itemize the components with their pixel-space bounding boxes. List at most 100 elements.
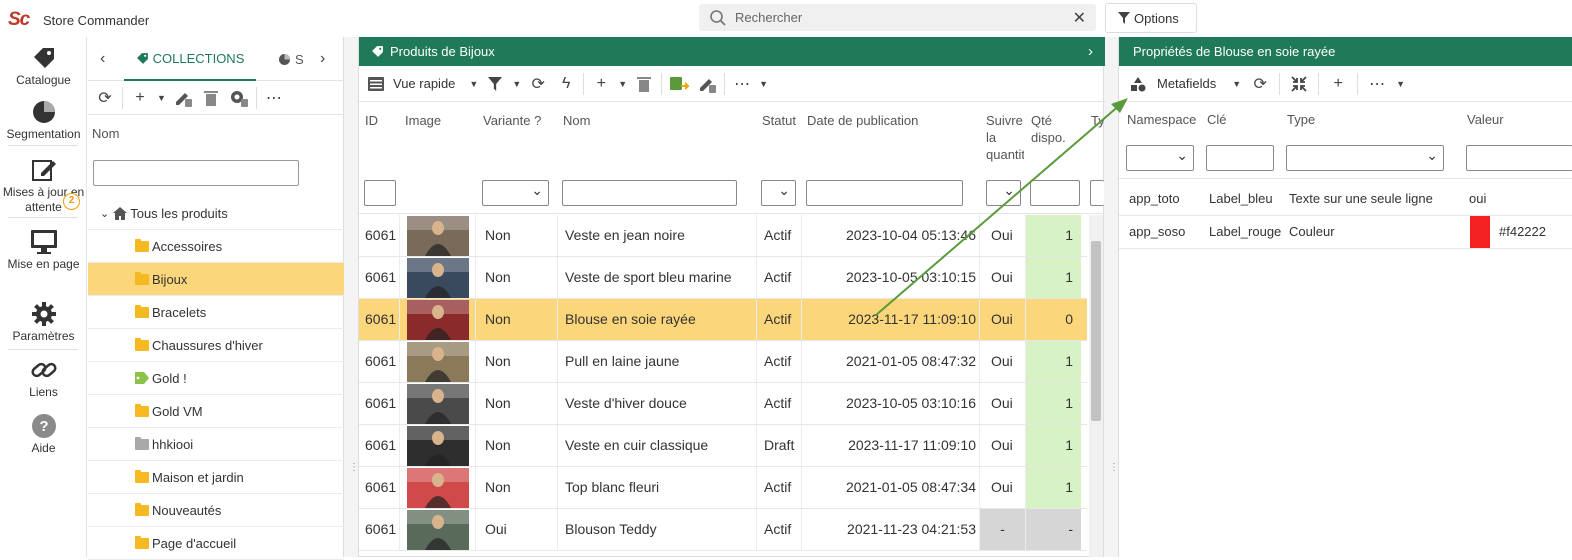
cell-status[interactable]: Actif <box>764 383 804 424</box>
nav-layout[interactable]: Mise en page <box>0 229 87 272</box>
cell-status[interactable]: Actif <box>764 467 804 508</box>
tree-item[interactable]: Gold VM <box>88 395 344 428</box>
cell-variant[interactable]: Non <box>485 383 555 424</box>
table-row[interactable]: 6061 Non Veste d'hiver douce Actif 2023-10-0… <box>359 383 1087 425</box>
more-icon[interactable]: ⋯ <box>263 87 285 109</box>
chevron-right-icon[interactable]: › <box>320 50 325 68</box>
cell-follow[interactable]: - <box>980 509 1025 550</box>
cell-follow[interactable]: Oui <box>991 299 1025 340</box>
cell-follow[interactable]: Oui <box>991 467 1025 508</box>
product-thumbnail[interactable] <box>407 216 469 256</box>
cell-date[interactable]: 2023-10-04 05:13:46 <box>808 215 976 256</box>
cell-status[interactable]: Actif <box>764 341 804 382</box>
tab-collections[interactable]: COLLECTIONS <box>124 37 256 81</box>
cell-name[interactable]: Blouson Teddy <box>565 509 755 550</box>
cell-namespace[interactable]: app_toto <box>1129 183 1203 215</box>
chevron-down-icon[interactable]: ▼ <box>759 79 768 89</box>
cell-date[interactable]: 2023-11-17 11:09:10 <box>808 299 976 340</box>
tree-item[interactable]: Page d'accueil <box>88 527 344 560</box>
cell-name[interactable]: Veste en cuir classique <box>565 425 755 466</box>
chevron-right-icon[interactable]: › <box>1088 43 1093 60</box>
cell-name[interactable]: Veste en jean noire <box>565 215 755 256</box>
cell-status[interactable]: Actif <box>764 299 804 340</box>
cell-status[interactable]: Actif <box>764 257 804 298</box>
chevron-left-icon[interactable]: ‹ <box>100 50 105 68</box>
color-swatch[interactable] <box>1470 216 1490 248</box>
cell-status[interactable]: Actif <box>764 509 804 550</box>
cell-name[interactable]: Top blanc fleuri <box>565 467 755 508</box>
tree-item[interactable]: Gold ! <box>88 362 344 395</box>
col-header-namespace[interactable]: Namespace <box>1127 112 1196 127</box>
cell-id[interactable]: 6061 <box>365 215 401 256</box>
filter-status-select[interactable] <box>761 180 796 206</box>
cell-name[interactable]: Veste de sport bleu marine <box>565 257 755 298</box>
table-row[interactable]: 6061 Non Pull en laine jaune Actif 2021-01-0… <box>359 341 1087 383</box>
metafields-select[interactable]: Metafields <box>1157 76 1216 91</box>
cell-variant[interactable]: Non <box>485 467 555 508</box>
filter-type-input[interactable] <box>1090 180 1104 206</box>
product-thumbnail[interactable] <box>407 468 469 508</box>
cell-variant[interactable]: Non <box>485 257 555 298</box>
col-header-type[interactable]: Ty <box>1091 112 1105 129</box>
tree-root[interactable]: ⌄ Tous les produits <box>88 197 344 230</box>
col-header-name[interactable]: Nom <box>563 112 590 129</box>
more-icon[interactable]: ⋯ <box>731 73 753 95</box>
filter-pubdate-input[interactable] <box>806 180 963 206</box>
filter-id-input[interactable] <box>364 180 396 206</box>
col-header-key[interactable]: Clé <box>1207 112 1227 127</box>
cell-value[interactable]: oui <box>1469 183 1539 215</box>
cell-follow[interactable]: Oui <box>991 257 1025 298</box>
cell-date[interactable]: 2023-10-05 03:10:16 <box>808 383 976 424</box>
panel-splitter[interactable]: ⋮ <box>1104 37 1119 557</box>
cell-variant[interactable]: Non <box>485 299 555 340</box>
refresh-icon[interactable]: ⟳ <box>94 87 116 109</box>
cell-date[interactable]: 2021-01-05 08:47:34 <box>808 467 976 508</box>
scrollbar-thumb[interactable] <box>1091 241 1101 421</box>
search-input[interactable] <box>735 4 1055 31</box>
cell-follow[interactable]: Oui <box>991 383 1025 424</box>
filter-name-input[interactable] <box>562 180 737 206</box>
col-header-value[interactable]: Valeur <box>1467 112 1504 127</box>
delete-icon[interactable] <box>200 87 222 109</box>
tree-item-selected[interactable]: Bijoux <box>88 263 344 296</box>
cell-id[interactable]: 6061 <box>365 425 401 466</box>
table-row-selected[interactable]: 6061 Non Blouse en soie rayée Actif 2023-11-… <box>359 299 1087 341</box>
nav-links[interactable]: Liens <box>0 357 87 400</box>
cell-follow[interactable]: Oui <box>991 215 1025 256</box>
chevron-down-icon[interactable]: ▼ <box>157 93 166 103</box>
product-thumbnail[interactable] <box>407 384 469 424</box>
col-header-follow-qty[interactable]: Suivre la quantité <box>986 112 1024 163</box>
chevron-down-icon[interactable]: ▼ <box>1396 79 1405 89</box>
tree-item[interactable]: Accessoires <box>88 230 344 263</box>
settings-shopify-icon[interactable] <box>228 87 250 109</box>
col-header-type[interactable]: Type <box>1287 112 1315 127</box>
shopify-sync-icon[interactable] <box>668 73 690 95</box>
cell-qty[interactable]: 1 <box>1026 425 1081 466</box>
nav-segmentation[interactable]: Segmentation <box>0 99 87 142</box>
cell-name[interactable]: Blouse en soie rayée <box>565 299 755 340</box>
table-row[interactable]: 6061 Non Veste de sport bleu marine Actif 20… <box>359 257 1087 299</box>
cell-date[interactable]: 2023-10-05 03:10:15 <box>808 257 976 298</box>
refresh-icon[interactable]: ⟳ <box>527 73 549 95</box>
cell-date[interactable]: 2023-11-17 11:09:10 <box>808 425 976 466</box>
edit-shopify-icon[interactable] <box>696 73 718 95</box>
cell-variant[interactable]: Non <box>485 341 555 382</box>
cell-id[interactable]: 6061 <box>365 509 401 550</box>
view-select[interactable]: Vue rapide <box>393 76 455 91</box>
cell-key[interactable]: Label_bleu <box>1209 183 1281 215</box>
cell-value[interactable]: #f42222 <box>1499 216 1569 248</box>
panel-splitter[interactable]: ⋮ <box>344 37 359 557</box>
edit-shopify-icon[interactable] <box>172 87 194 109</box>
cell-qty[interactable]: 1 <box>1026 215 1081 256</box>
cell-variant[interactable]: Non <box>485 425 555 466</box>
add-icon[interactable]: + <box>590 73 612 95</box>
cell-type[interactable]: Texte sur une seule ligne <box>1289 183 1461 215</box>
col-header-id[interactable]: ID <box>365 112 378 129</box>
cell-name[interactable]: Veste d'hiver douce <box>565 383 755 424</box>
delete-icon[interactable] <box>633 73 655 95</box>
cell-date[interactable]: 2021-01-05 08:47:32 <box>808 341 976 382</box>
tree-item[interactable]: Chaussures d'hiver <box>88 329 344 362</box>
cell-id[interactable]: 6061 <box>365 257 401 298</box>
tab-segments[interactable]: S <box>278 37 304 81</box>
nav-catalogue[interactable]: Catalogue <box>0 45 87 88</box>
